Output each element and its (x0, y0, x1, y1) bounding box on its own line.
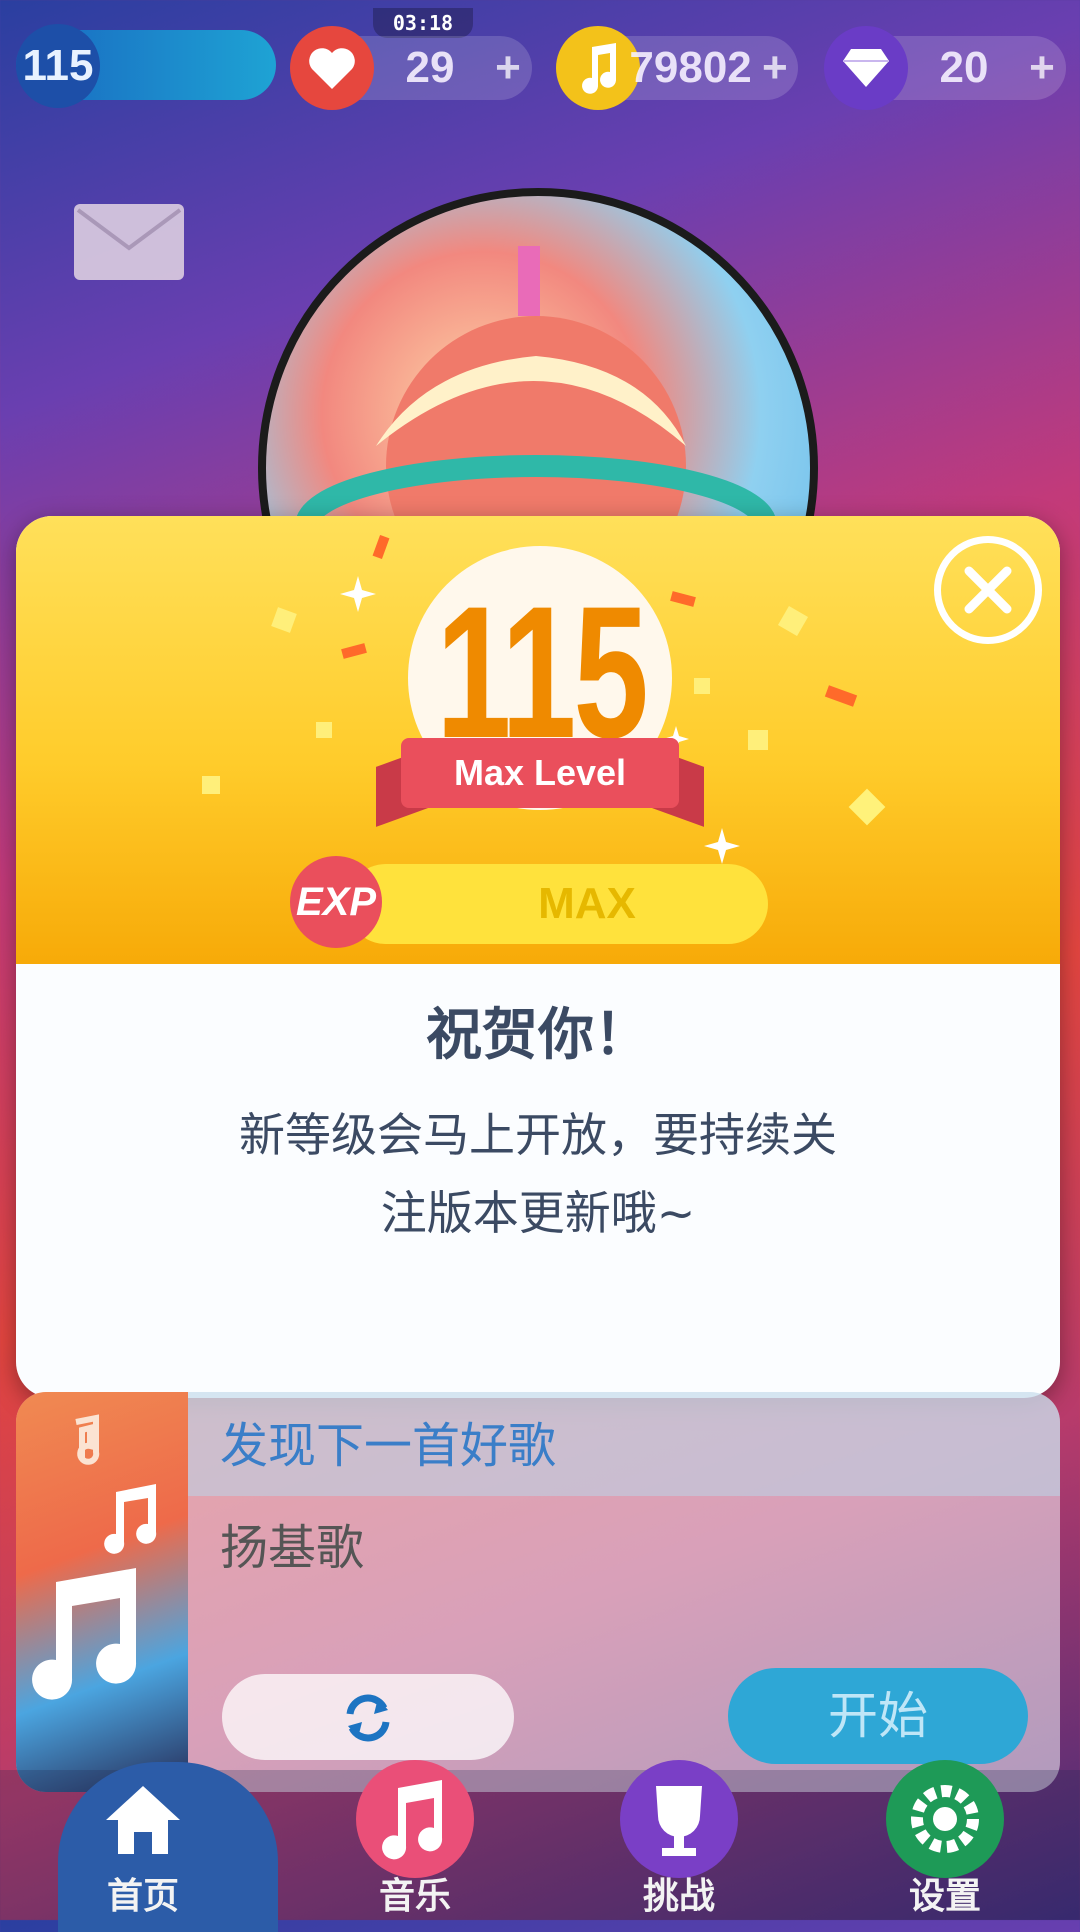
lives-value: 29 (405, 43, 455, 92)
gear-icon (886, 1760, 1004, 1878)
music-note-icon (556, 26, 640, 110)
card-title: 发现下一首好歌 (220, 1418, 557, 1474)
exp-badge: EXP (290, 856, 382, 948)
max-level-ribbon: Max Level (401, 738, 679, 808)
next-song-card: 发现下一首好歌 扬基歌 开始 (16, 1392, 1060, 1792)
close-icon (964, 566, 1012, 614)
song-title[interactable]: 扬基歌 (220, 1512, 364, 1584)
refresh-icon (346, 1694, 390, 1742)
nav-item-home[interactable]: 首页 (58, 1770, 228, 1920)
start-button[interactable]: 开始 (728, 1668, 1028, 1764)
modal-message-line1: 新等级会马上开放，要持续关 (239, 1108, 837, 1162)
add-lives-button[interactable]: + (484, 36, 532, 100)
player-level: 115 (16, 24, 100, 108)
close-button[interactable] (934, 536, 1042, 644)
exp-value: MAX (538, 879, 636, 928)
bottom-nav: 首页 音乐 挑战 设置 (0, 1760, 1080, 1932)
heart-icon (290, 26, 374, 110)
refresh-button[interactable] (222, 1674, 514, 1760)
lives-counter[interactable]: 29 + (290, 26, 532, 110)
nav-label-challenge: 挑战 (642, 1876, 715, 1917)
modal-message: 新等级会马上开放，要持续关 注版本更新哦~ (136, 1096, 940, 1252)
nav-item-music[interactable]: 音乐 (330, 1760, 500, 1920)
nav-item-challenge[interactable]: 挑战 (594, 1760, 764, 1920)
music-notes-icon (32, 1414, 157, 1700)
trophy-icon (620, 1760, 738, 1878)
clock: 03:18 (373, 8, 473, 38)
notes-value: 79802 (629, 43, 752, 92)
music-icon (356, 1760, 474, 1878)
level-up-modal: 115 Max Level MAX EXP 祝贺你！ 新等级会马上开放，要持续关… (16, 516, 1060, 1398)
card-artwork (16, 1392, 188, 1792)
add-gems-button[interactable]: + (1018, 36, 1066, 100)
congrats-title: 祝贺你！ (426, 1003, 650, 1068)
player-level-badge[interactable]: 115 (16, 24, 276, 108)
gems-value: 20 (939, 43, 989, 92)
mail-icon[interactable] (74, 204, 184, 280)
nav-label-home: 首页 (106, 1876, 179, 1917)
exp-progress-bar: MAX (346, 864, 768, 944)
modal-header: 115 Max Level MAX EXP (16, 516, 1060, 964)
gems-counter[interactable]: 20 + (824, 26, 1066, 110)
nav-item-settings[interactable]: 设置 (860, 1760, 1030, 1920)
nav-label-music: 音乐 (378, 1876, 451, 1917)
notes-counter[interactable]: 79802 + (556, 26, 798, 110)
modal-message-line2: 注版本更新哦~ (380, 1186, 696, 1240)
add-notes-button[interactable]: + (752, 36, 798, 100)
home-icon (106, 1786, 180, 1854)
nav-label-settings: 设置 (908, 1876, 981, 1917)
diamond-icon (824, 26, 908, 110)
